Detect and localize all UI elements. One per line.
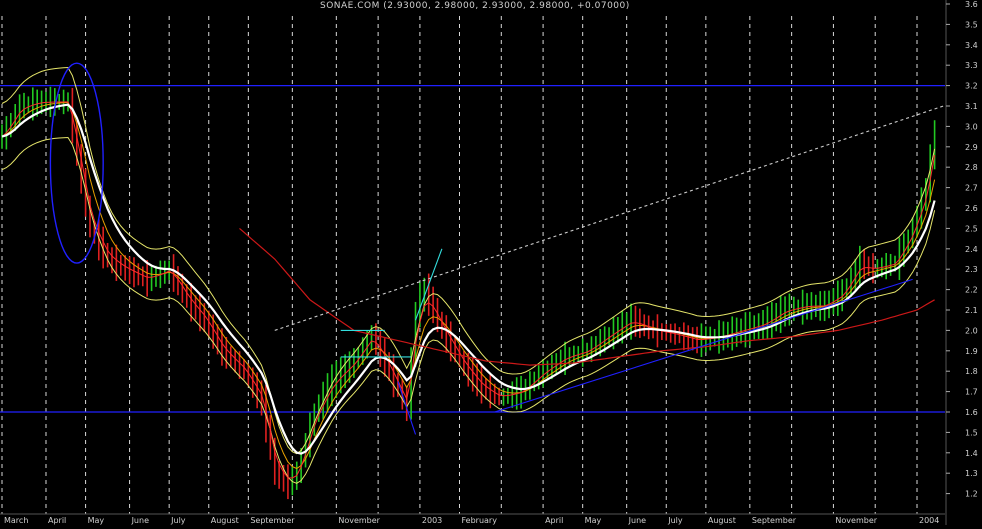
slow-ma-line xyxy=(1,103,936,455)
fast-ma-line xyxy=(1,101,936,479)
x-tick-label: April xyxy=(545,516,563,525)
y-tick-label: 3.3 xyxy=(965,61,978,70)
mid-ma-line xyxy=(1,101,936,470)
x-tick-label: July xyxy=(667,516,683,525)
trendline xyxy=(274,105,944,331)
y-tick-label: 1.2 xyxy=(965,490,978,499)
x-tick-label: November xyxy=(338,516,380,525)
y-tick-label: 1.7 xyxy=(965,388,978,397)
x-tick-label: February xyxy=(462,516,498,525)
y-tick-label: 3.2 xyxy=(965,82,978,91)
x-tick-label: 2004 xyxy=(919,516,939,525)
chart-svg: 3.6 3.5 3.4 3.3 3.2 3.1 3.0 2.9 2.8 2.7 2.6 2.5 2.4 2… xyxy=(0,0,978,525)
y-tick-label: 2.1 xyxy=(965,306,978,315)
y-tick-label: 2.4 xyxy=(965,245,978,254)
x-tick-label: August xyxy=(211,516,239,525)
x-tick-label: July xyxy=(170,516,186,525)
x-tick-label: November xyxy=(835,516,877,525)
y-tick-label: 3.5 xyxy=(965,20,978,29)
x-tick-label: June xyxy=(131,516,150,525)
y-tick-label: 2.9 xyxy=(965,143,978,152)
x-tick-label: May xyxy=(88,516,105,525)
y-tick-label: 2.8 xyxy=(965,163,978,172)
trendline xyxy=(494,278,913,413)
x-tick-label: May xyxy=(585,516,602,525)
y-tick-label: 1.3 xyxy=(965,469,978,478)
y-tick-label: 2.3 xyxy=(965,265,978,274)
x-tick-label: September xyxy=(752,516,797,525)
y-tick-label: 2.7 xyxy=(965,184,978,193)
y-tick-label: 3.4 xyxy=(965,41,978,50)
x-tick-label: June xyxy=(628,516,647,525)
lower-band-line xyxy=(1,136,936,484)
x-tick-label: March xyxy=(4,516,28,525)
x-tick-label: August xyxy=(708,516,736,525)
y-tick-label: 2.6 xyxy=(965,204,978,213)
chart-title: SONAE.COM (2.93000, 2.98000, 2.93000, 2.… xyxy=(320,1,630,11)
x-tick-label: 2003 xyxy=(422,516,442,525)
y-tick-label: 2.5 xyxy=(965,224,978,233)
y-tick-label: 1.5 xyxy=(965,428,978,437)
y-tick-label: 2.2 xyxy=(965,286,978,295)
x-tick-label: September xyxy=(250,516,295,525)
stock-chart: 3.6 3.5 3.4 3.3 3.2 3.1 3.0 2.9 2.8 2.7 2.6 2.5 2.4 2… xyxy=(0,0,982,525)
y-tick-label: 3.6 xyxy=(965,0,978,9)
y-tick-label: 1.6 xyxy=(965,408,978,417)
y-tick-label: 3.0 xyxy=(965,122,978,131)
y-tick-label: 1.8 xyxy=(965,367,978,376)
y-tick-label: 1.4 xyxy=(965,449,978,458)
x-tick-label: April xyxy=(48,516,66,525)
y-tick-label: 2.0 xyxy=(965,326,978,335)
y-tick-label: 3.1 xyxy=(965,102,978,111)
y-tick-label: 1.9 xyxy=(965,347,978,356)
upper-band-line xyxy=(1,66,936,455)
